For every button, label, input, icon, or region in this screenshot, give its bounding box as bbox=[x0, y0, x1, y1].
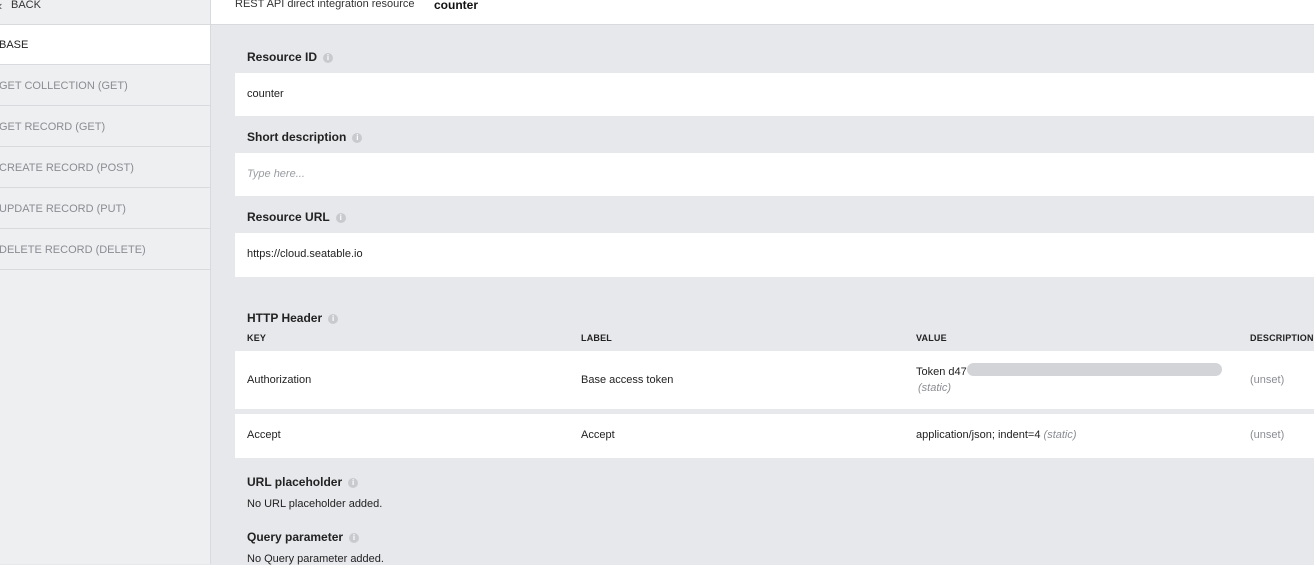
header-value-note: (static) bbox=[918, 382, 951, 394]
label-text: Query parameter bbox=[247, 530, 344, 544]
sidebar-item-delete-record[interactable]: DELETE RECORD (DELETE) bbox=[0, 230, 210, 270]
sidebar-item-get-collection[interactable]: GET COLLECTION (GET) bbox=[0, 66, 210, 106]
header-label: Base access token bbox=[581, 374, 674, 386]
header-value: application/json; indent=4 (static) bbox=[916, 429, 1077, 441]
sidebar-item-update-record[interactable]: UPDATE RECORD (PUT) bbox=[0, 189, 210, 229]
label-text: HTTP Header bbox=[247, 311, 323, 325]
info-icon[interactable]: i bbox=[323, 53, 334, 63]
label-text: URL placeholder bbox=[247, 475, 343, 489]
short-description-input[interactable]: Type here... bbox=[235, 153, 1314, 196]
resource-url-label: Resource URL i bbox=[247, 210, 346, 224]
resource-id-value: counter bbox=[247, 88, 284, 100]
resource-name: counter bbox=[434, 0, 479, 12]
page-header: REST API direct integration resource cou… bbox=[211, 0, 1314, 25]
column-header-value: VALUE bbox=[916, 333, 947, 343]
resource-url-value: https://cloud.seatable.io bbox=[247, 248, 363, 260]
table-row[interactable]: Accept Accept application/json; indent=4… bbox=[235, 414, 1314, 458]
sidebar-item-label: GET RECORD (GET) bbox=[0, 121, 106, 133]
resource-id-input[interactable]: counter bbox=[235, 73, 1314, 116]
sidebar: ‹ BACK BASE GET COLLECTION (GET) GET REC… bbox=[0, 0, 211, 564]
sidebar-item-get-record[interactable]: GET RECORD (GET) bbox=[0, 107, 210, 147]
info-icon[interactable]: i bbox=[348, 478, 359, 488]
short-description-placeholder: Type here... bbox=[247, 168, 305, 180]
info-icon[interactable]: i bbox=[335, 213, 346, 223]
query-parameter-label: Query parameter i bbox=[247, 530, 360, 544]
short-description-label: Short description i bbox=[247, 130, 363, 144]
page-title-prefix: REST API direct integration resource bbox=[235, 0, 415, 10]
table-row[interactable]: Authorization Base access token Token d4… bbox=[235, 351, 1314, 409]
sidebar-item-label: CREATE RECORD (POST) bbox=[0, 162, 134, 174]
info-icon[interactable]: i bbox=[328, 314, 339, 324]
header-description: (unset) bbox=[1250, 374, 1285, 386]
info-icon[interactable]: i bbox=[349, 533, 360, 543]
column-header-description: DESCRIPTION bbox=[1250, 333, 1314, 343]
header-value-text: application/json; indent=4 bbox=[916, 429, 1041, 441]
header-value-note: (static) bbox=[1043, 429, 1077, 441]
label-text: Resource ID bbox=[247, 50, 318, 64]
url-placeholder-empty: No URL placeholder added. bbox=[247, 498, 383, 510]
query-parameter-empty: No Query parameter added. bbox=[247, 553, 384, 565]
sidebar-item-label: BASE bbox=[0, 39, 29, 51]
header-value: Token d47 bbox=[916, 366, 967, 378]
header-description: (unset) bbox=[1250, 429, 1285, 441]
sidebar-item-label: DELETE RECORD (DELETE) bbox=[0, 244, 146, 256]
sidebar-item-base[interactable]: BASE bbox=[0, 25, 210, 65]
back-button[interactable]: ‹ BACK bbox=[0, 0, 210, 25]
resource-id-label: Resource ID i bbox=[247, 50, 334, 64]
label-text: Resource URL bbox=[247, 210, 330, 224]
url-placeholder-label: URL placeholder i bbox=[247, 475, 359, 489]
back-label: BACK bbox=[11, 0, 41, 11]
chevron-left-icon: ‹ bbox=[0, 0, 2, 13]
main-panel: REST API direct integration resource cou… bbox=[211, 0, 1314, 565]
sidebar-item-label: UPDATE RECORD (PUT) bbox=[0, 203, 126, 215]
label-text: Short description bbox=[247, 130, 347, 144]
header-key: Authorization bbox=[247, 374, 312, 386]
sidebar-item-create-record[interactable]: CREATE RECORD (POST) bbox=[0, 148, 210, 188]
info-icon[interactable]: i bbox=[352, 133, 363, 143]
column-header-key: KEY bbox=[247, 333, 267, 343]
http-header-label: HTTP Header i bbox=[247, 311, 339, 325]
redacted-token bbox=[967, 363, 1222, 376]
column-header-label: LABEL bbox=[581, 333, 612, 343]
resource-url-input[interactable]: https://cloud.seatable.io bbox=[235, 233, 1314, 277]
header-label: Accept bbox=[581, 429, 615, 441]
header-key: Accept bbox=[247, 429, 281, 441]
sidebar-item-label: GET COLLECTION (GET) bbox=[0, 80, 128, 92]
